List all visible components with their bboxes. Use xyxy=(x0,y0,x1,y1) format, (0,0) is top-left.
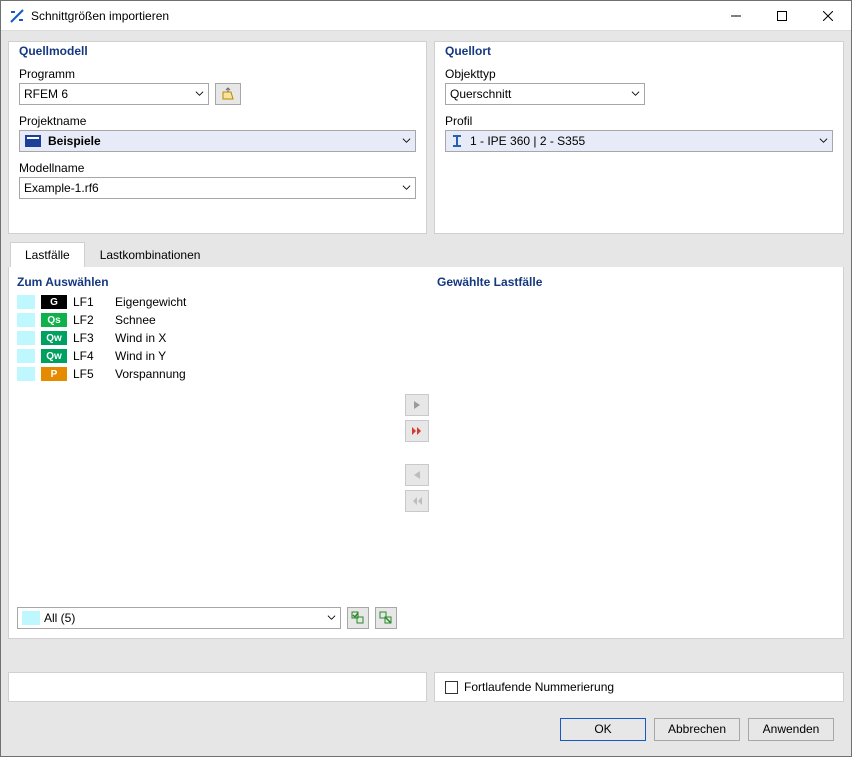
color-swatch xyxy=(17,313,35,327)
chevron-down-icon xyxy=(819,134,828,148)
project-icon xyxy=(24,134,42,148)
program-value: RFEM 6 xyxy=(24,87,68,101)
list-item[interactable]: Qw LF4 Wind in Y xyxy=(17,347,397,365)
list-item[interactable]: P LF5 Vorspannung xyxy=(17,365,397,383)
ok-button[interactable]: OK xyxy=(560,718,646,741)
filter-select[interactable]: All (5) xyxy=(17,607,341,629)
app-icon xyxy=(9,8,25,24)
tab-combinations[interactable]: Lastkombinationen xyxy=(85,242,216,267)
color-swatch xyxy=(17,367,35,381)
source-model-group: Quellmodell Programm RFEM 6 Projektname xyxy=(8,41,427,234)
selected-pane: Gewählte Lastfälle xyxy=(437,275,835,630)
selected-list[interactable] xyxy=(437,289,835,630)
dialog-body: Quellmodell Programm RFEM 6 Projektname xyxy=(1,31,851,756)
chevron-down-icon xyxy=(631,87,640,101)
chevron-down-icon xyxy=(327,611,336,625)
filter-row: All (5) xyxy=(17,606,397,630)
objtype-select[interactable]: Querschnitt xyxy=(445,83,645,105)
bottom-row: Fortlaufende Nummerierung xyxy=(8,672,844,702)
minimize-button[interactable] xyxy=(713,1,759,31)
loadcase-name: Wind in Y xyxy=(115,349,166,363)
available-list[interactable]: G LF1 Eigengewicht Qs LF2 Schnee Qw LF3 Wind in … xyxy=(17,293,397,606)
list-item[interactable]: G LF1 Eigengewicht xyxy=(17,293,397,311)
available-pane: Zum Auswählen G LF1 Eigengewicht Qs LF2 Schne… xyxy=(17,275,397,630)
source-model-title: Quellmodell xyxy=(19,44,416,58)
project-select[interactable]: Beispiele xyxy=(19,130,416,152)
tabbar: Lastfälle Lastkombinationen xyxy=(8,241,844,267)
profile-select[interactable]: 1 - IPE 360 | 2 - S355 xyxy=(445,130,833,152)
top-row: Quellmodell Programm RFEM 6 Projektname xyxy=(8,41,844,234)
close-button[interactable] xyxy=(805,1,851,31)
filter-value: All (5) xyxy=(44,611,75,625)
deselect-all-button[interactable] xyxy=(375,607,397,629)
program-label: Programm xyxy=(19,67,416,81)
loadcase-badge: Qw xyxy=(41,331,67,345)
loadcase-badge: Qw xyxy=(41,349,67,363)
dialog-footer: OK Abbrechen Anwenden xyxy=(8,709,844,749)
selected-title: Gewählte Lastfälle xyxy=(437,275,835,289)
loadcase-badge: Qs xyxy=(41,313,67,327)
color-swatch xyxy=(17,295,35,309)
loadcase-name: Schnee xyxy=(115,313,156,327)
model-label: Modellname xyxy=(19,161,416,175)
continuous-numbering-checkbox[interactable]: Fortlaufende Nummerierung xyxy=(445,680,614,694)
i-section-icon xyxy=(450,134,464,148)
titlebar: Schnittgrößen importieren xyxy=(1,1,851,31)
color-swatch xyxy=(17,349,35,363)
move-left-button[interactable] xyxy=(405,464,429,486)
model-value: Example-1.rf6 xyxy=(24,181,99,195)
project-value: Beispiele xyxy=(48,134,101,148)
checkbox-icon xyxy=(445,681,458,694)
bottom-right-box: Fortlaufende Nummerierung xyxy=(434,672,844,702)
tab-loadcases[interactable]: Lastfälle xyxy=(10,242,85,267)
loadcase-badge: G xyxy=(41,295,67,309)
dialog-window: Schnittgrößen importieren Quellmodell Pr… xyxy=(0,0,852,757)
open-file-button[interactable] xyxy=(215,83,241,105)
color-swatch xyxy=(17,331,35,345)
loadcase-badge: P xyxy=(41,367,67,381)
window-title: Schnittgrößen importieren xyxy=(31,9,177,23)
list-item[interactable]: Qs LF2 Schnee xyxy=(17,311,397,329)
profile-label: Profil xyxy=(445,114,833,128)
source-location-group: Quellort Objekttyp Querschnitt Profil 1 … xyxy=(434,41,844,234)
lists-container: Zum Auswählen G LF1 Eigengewicht Qs LF2 Schne… xyxy=(8,267,844,639)
move-all-left-button[interactable] xyxy=(405,490,429,512)
continuous-numbering-label: Fortlaufende Nummerierung xyxy=(464,680,614,694)
loadcase-id: LF2 xyxy=(73,313,109,327)
loadcase-id: LF1 xyxy=(73,295,109,309)
move-right-button[interactable] xyxy=(405,394,429,416)
project-label: Projektname xyxy=(19,114,416,128)
chevron-down-icon xyxy=(402,181,411,195)
loadcase-name: Vorspannung xyxy=(115,367,186,381)
cancel-button[interactable]: Abbrechen xyxy=(654,718,740,741)
model-select[interactable]: Example-1.rf6 xyxy=(19,177,416,199)
loadcase-id: LF5 xyxy=(73,367,109,381)
list-item[interactable]: Qw LF3 Wind in X xyxy=(17,329,397,347)
loadcase-id: LF4 xyxy=(73,349,109,363)
apply-button[interactable]: Anwenden xyxy=(748,718,834,741)
loadcase-name: Eigengewicht xyxy=(115,295,186,309)
objtype-label: Objekttyp xyxy=(445,67,833,81)
chevron-down-icon xyxy=(402,134,411,148)
loadcase-name: Wind in X xyxy=(115,331,166,345)
profile-value: 1 - IPE 360 | 2 - S355 xyxy=(470,134,585,148)
maximize-button[interactable] xyxy=(759,1,805,31)
select-all-button[interactable] xyxy=(347,607,369,629)
loadcase-id: LF3 xyxy=(73,331,109,345)
chevron-down-icon xyxy=(195,87,204,101)
program-select[interactable]: RFEM 6 xyxy=(19,83,209,105)
move-all-right-button[interactable] xyxy=(405,420,429,442)
source-location-title: Quellort xyxy=(445,44,833,58)
available-title: Zum Auswählen xyxy=(17,275,397,289)
bottom-left-box xyxy=(8,672,427,702)
filter-swatch xyxy=(22,611,40,625)
objtype-value: Querschnitt xyxy=(450,87,511,101)
move-buttons xyxy=(403,275,431,630)
loadcase-section: Lastfälle Lastkombinationen Zum Auswähle… xyxy=(8,241,844,665)
